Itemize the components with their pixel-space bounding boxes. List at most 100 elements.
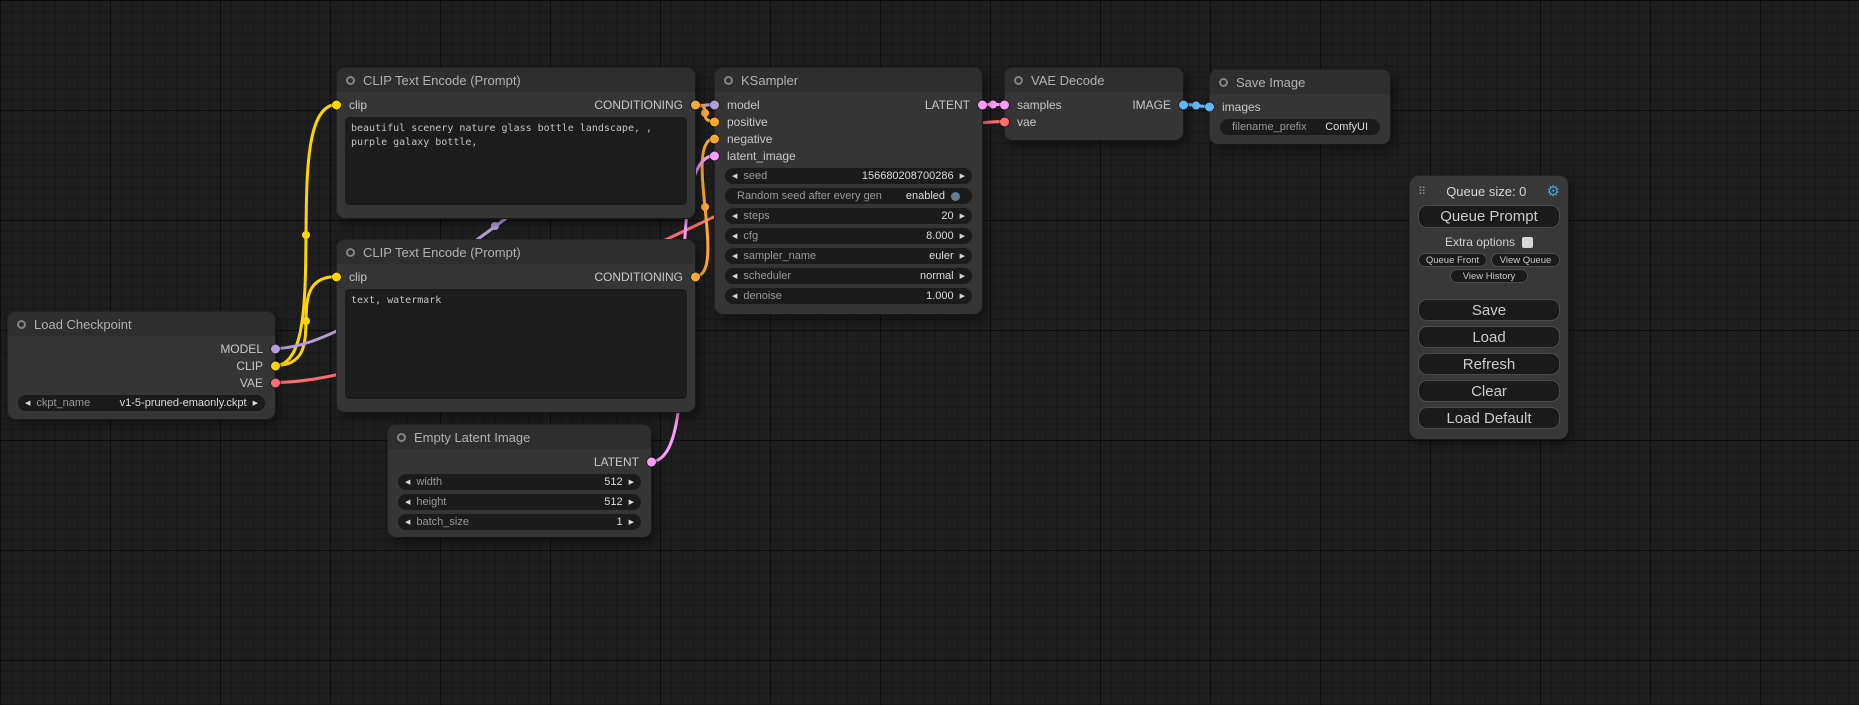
node-title: Load Checkpoint	[34, 317, 132, 332]
sampler-name-widget[interactable]: ◀ sampler_name euler ▶	[725, 248, 972, 264]
output-port-model[interactable]	[271, 344, 280, 353]
node-load-checkpoint[interactable]: Load Checkpoint MODEL CLIP VAE ◀ ckpt_na…	[8, 312, 275, 419]
width-widget[interactable]: ◀ width 512 ▶	[398, 474, 641, 490]
arrow-left-icon[interactable]: ◀	[732, 213, 737, 220]
save-button[interactable]: Save	[1418, 299, 1560, 321]
prompt-textarea[interactable]: beautiful scenery nature glass bottle la…	[345, 117, 687, 205]
refresh-button[interactable]: Refresh	[1418, 353, 1560, 375]
widget-label: batch_size	[416, 516, 469, 528]
output-port-conditioning[interactable]	[691, 272, 700, 281]
arrow-right-icon[interactable]: ▶	[629, 479, 634, 486]
node-clip-text-encode-negative[interactable]: CLIP Text Encode (Prompt) clip CONDITION…	[337, 240, 695, 412]
widget-value: v1-5-pruned-emaonly.ckpt	[120, 397, 247, 409]
queue-front-button[interactable]: Queue Front	[1418, 253, 1487, 267]
input-port-samples[interactable]	[1000, 100, 1009, 109]
arrow-left-icon[interactable]: ◀	[25, 400, 30, 407]
input-port-model[interactable]	[710, 100, 719, 109]
arrow-right-icon[interactable]: ▶	[629, 499, 634, 506]
filename-prefix-widget[interactable]: filename_prefix ComfyUI	[1220, 119, 1380, 135]
arrow-left-icon[interactable]: ◀	[405, 479, 410, 486]
node-title-bar[interactable]: Save Image	[1210, 70, 1390, 94]
denoise-widget[interactable]: ◀ denoise 1.000 ▶	[725, 288, 972, 304]
arrow-left-icon[interactable]: ◀	[405, 519, 410, 526]
input-port-clip[interactable]	[332, 272, 341, 281]
cfg-widget[interactable]: ◀ cfg 8.000 ▶	[725, 228, 972, 244]
arrow-right-icon[interactable]: ▶	[960, 273, 965, 280]
node-title-bar[interactable]: Load Checkpoint	[8, 312, 275, 336]
seed-widget[interactable]: ◀ seed 156680208700286 ▶	[725, 168, 972, 184]
link-midpoint-dot[interactable]	[1192, 102, 1200, 110]
input-port-images[interactable]	[1205, 102, 1214, 111]
scheduler-widget[interactable]: ◀ scheduler normal ▶	[725, 268, 972, 284]
collapse-dot-icon[interactable]	[17, 320, 26, 329]
output-port-latent[interactable]	[978, 100, 987, 109]
extra-options-label: Extra options	[1445, 235, 1515, 249]
arrow-left-icon[interactable]: ◀	[732, 173, 737, 180]
link-midpoint-dot[interactable]	[491, 222, 499, 230]
collapse-dot-icon[interactable]	[397, 433, 406, 442]
link-midpoint-dot[interactable]	[302, 317, 310, 325]
widget-label: filename_prefix	[1232, 121, 1307, 133]
input-label-negative: negative	[727, 132, 772, 146]
arrow-left-icon[interactable]: ◀	[732, 233, 737, 240]
node-ksampler[interactable]: KSampler model LATENT positive negative …	[715, 68, 982, 314]
arrow-right-icon[interactable]: ▶	[960, 253, 965, 260]
batch-size-widget[interactable]: ◀ batch_size 1 ▶	[398, 514, 641, 530]
view-queue-button[interactable]: View Queue	[1491, 253, 1560, 267]
toggle-dot-icon[interactable]	[951, 192, 960, 201]
view-history-button[interactable]: View History	[1450, 269, 1528, 283]
node-title-bar[interactable]: VAE Decode	[1005, 68, 1183, 92]
arrow-right-icon[interactable]: ▶	[253, 400, 258, 407]
collapse-dot-icon[interactable]	[1014, 76, 1023, 85]
arrow-left-icon[interactable]: ◀	[732, 293, 737, 300]
link-midpoint-dot[interactable]	[701, 109, 709, 117]
link-midpoint-dot[interactable]	[701, 203, 709, 211]
collapse-dot-icon[interactable]	[346, 76, 355, 85]
ckpt-name-widget[interactable]: ◀ ckpt_name v1-5-pruned-emaonly.ckpt ▶	[18, 395, 265, 411]
output-port-conditioning[interactable]	[691, 100, 700, 109]
drag-handle-icon[interactable]: ⠿	[1418, 185, 1426, 198]
gear-icon[interactable]: ⚙	[1547, 184, 1560, 199]
input-port-latent-image[interactable]	[710, 151, 719, 160]
queue-prompt-button[interactable]: Queue Prompt	[1418, 205, 1560, 228]
load-default-button[interactable]: Load Default	[1418, 407, 1560, 429]
output-port-latent[interactable]	[647, 457, 656, 466]
random-seed-toggle-widget[interactable]: Random seed after every gen enabled	[725, 188, 972, 204]
node-title-bar[interactable]: CLIP Text Encode (Prompt)	[337, 240, 695, 264]
input-label-vae: vae	[1017, 115, 1036, 129]
widget-label: seed	[743, 170, 767, 182]
node-save-image[interactable]: Save Image images filename_prefix ComfyU…	[1210, 70, 1390, 144]
collapse-dot-icon[interactable]	[724, 76, 733, 85]
arrow-right-icon[interactable]: ▶	[629, 519, 634, 526]
link-midpoint-dot[interactable]	[302, 231, 310, 239]
steps-widget[interactable]: ◀ steps 20 ▶	[725, 208, 972, 224]
node-title-bar[interactable]: KSampler	[715, 68, 982, 92]
prompt-textarea[interactable]: text, watermark	[345, 289, 687, 399]
extra-options-checkbox[interactable]	[1522, 237, 1533, 248]
output-port-clip[interactable]	[271, 361, 280, 370]
node-vae-decode[interactable]: VAE Decode samples IMAGE vae	[1005, 68, 1183, 140]
arrow-right-icon[interactable]: ▶	[960, 233, 965, 240]
collapse-dot-icon[interactable]	[346, 248, 355, 257]
arrow-right-icon[interactable]: ▶	[960, 293, 965, 300]
input-port-vae[interactable]	[1000, 117, 1009, 126]
arrow-left-icon[interactable]: ◀	[732, 253, 737, 260]
height-widget[interactable]: ◀ height 512 ▶	[398, 494, 641, 510]
clear-button[interactable]: Clear	[1418, 380, 1560, 402]
link-midpoint-dot[interactable]	[989, 101, 997, 109]
arrow-right-icon[interactable]: ▶	[960, 173, 965, 180]
arrow-left-icon[interactable]: ◀	[405, 499, 410, 506]
output-port-vae[interactable]	[271, 378, 280, 387]
node-empty-latent-image[interactable]: Empty Latent Image LATENT ◀ width 512 ▶ …	[388, 425, 651, 537]
arrow-right-icon[interactable]: ▶	[960, 213, 965, 220]
node-clip-text-encode-positive[interactable]: CLIP Text Encode (Prompt) clip CONDITION…	[337, 68, 695, 218]
arrow-left-icon[interactable]: ◀	[732, 273, 737, 280]
load-button[interactable]: Load	[1418, 326, 1560, 348]
collapse-dot-icon[interactable]	[1219, 78, 1228, 87]
node-title-bar[interactable]: CLIP Text Encode (Prompt)	[337, 68, 695, 92]
input-port-clip[interactable]	[332, 100, 341, 109]
output-port-image[interactable]	[1179, 100, 1188, 109]
input-port-positive[interactable]	[710, 117, 719, 126]
node-title-bar[interactable]: Empty Latent Image	[388, 425, 651, 449]
input-port-negative[interactable]	[710, 134, 719, 143]
